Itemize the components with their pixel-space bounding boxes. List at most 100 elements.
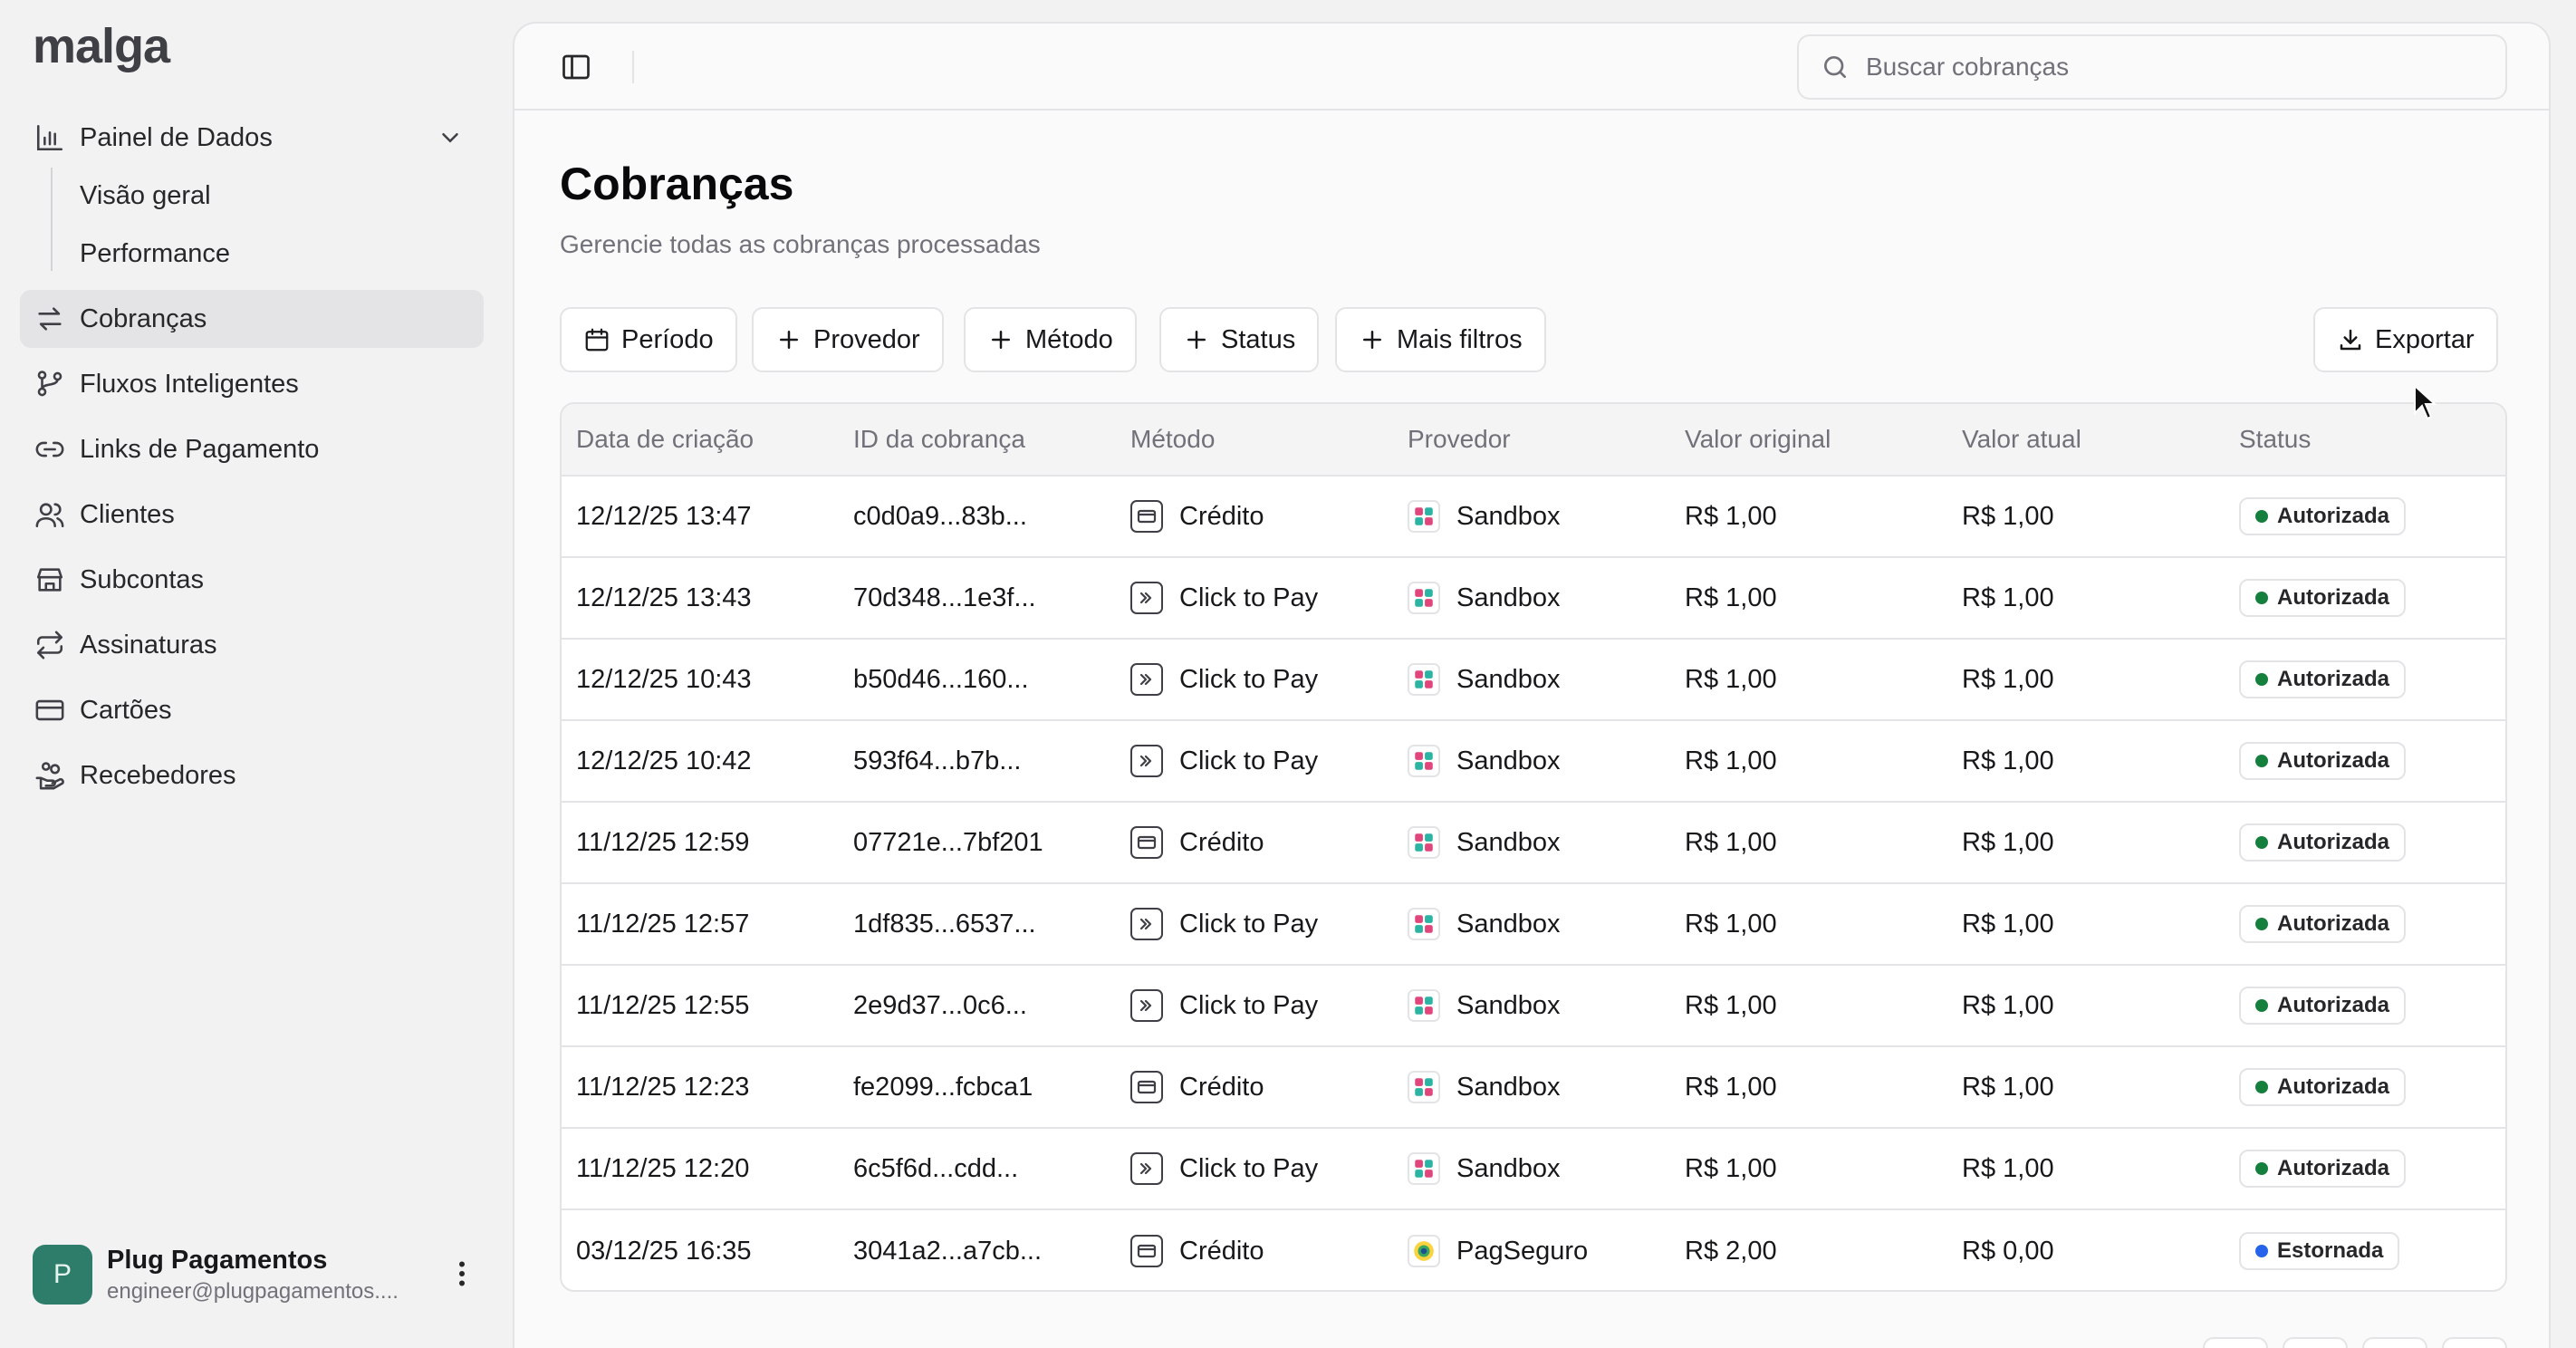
user-account-card[interactable]: P Plug Pagamentos engineer@plugpagamento…	[33, 1243, 485, 1306]
first-page-button[interactable]: «	[2203, 1337, 2268, 1348]
next-page-button[interactable]: ›	[2362, 1337, 2427, 1348]
cell-original-value: R$ 1,00	[1685, 746, 1777, 775]
click-to-pay-icon	[1130, 582, 1163, 614]
table-row[interactable]: 03/12/25 16:35 3041a2...a7cb... Crédito Pag…	[562, 1210, 2505, 1290]
cell-provider: Sandbox	[1408, 663, 1561, 696]
column-header[interactable]: Valor atual	[1962, 425, 2081, 454]
cell-date: 11/12/25 12:57	[576, 909, 750, 939]
cell-date: 11/12/25 12:59	[576, 827, 750, 857]
sidebar-subitem-overview[interactable]: Visão geral	[80, 181, 211, 211]
sidebar-item-receivers[interactable]: Recebedores	[20, 746, 484, 804]
credit-card-icon	[1130, 1235, 1163, 1267]
table-row[interactable]: 11/12/25 12:57 1df835...6537... Click to P…	[562, 884, 2505, 966]
cell-charge-id[interactable]: 6c5f6d...cdd...	[853, 1154, 1018, 1184]
column-header[interactable]: Data de criação	[576, 425, 754, 454]
credit-card-icon	[1130, 500, 1163, 533]
cell-date: 12/12/25 13:47	[576, 501, 752, 531]
provider-filter-button[interactable]: Provedor	[752, 307, 944, 372]
sidebar-item-payment-links[interactable]: Links de Pagamento	[20, 420, 484, 478]
provider-label: Sandbox	[1456, 1072, 1561, 1102]
hand-coins-icon	[35, 762, 64, 790]
avatar: P	[33, 1245, 92, 1305]
cell-current-value: R$ 1,00	[1962, 909, 2054, 939]
brand-logo[interactable]: malga	[33, 18, 170, 74]
sidebar-item-subaccounts[interactable]: Subcontas	[20, 551, 484, 609]
table-row[interactable]: 11/12/25 12:23 fe2099...fcbca1 Crédito Sand…	[562, 1047, 2505, 1129]
sidebar-item-label: Links de Pagamento	[80, 434, 320, 464]
cell-method: Crédito	[1130, 1235, 1264, 1267]
method-label: Crédito	[1179, 1236, 1264, 1266]
table-row[interactable]: 11/12/25 12:20 6c5f6d...cdd... Click to Pa…	[562, 1129, 2505, 1210]
sidebar-toggle-icon[interactable]	[560, 51, 592, 83]
period-filter-button[interactable]: Período	[560, 307, 737, 372]
sidebar-item-cards[interactable]: Cartões	[20, 681, 484, 739]
main-panel: Cobranças Gerencie todas as cobranças pr…	[513, 22, 2551, 1348]
previous-page-button[interactable]: ‹	[2283, 1337, 2348, 1348]
column-header[interactable]: Valor original	[1685, 425, 1831, 454]
chevron-down-icon[interactable]	[437, 124, 464, 151]
download-icon	[2340, 329, 2361, 351]
column-header[interactable]: Status	[2239, 425, 2311, 454]
status-label: Autorizada	[2277, 911, 2390, 936]
method-label: Crédito	[1179, 1072, 1264, 1102]
cell-charge-id[interactable]: b50d46...160...	[853, 665, 1029, 695]
status-label: Autorizada	[2277, 993, 2390, 1017]
provider-label: Sandbox	[1456, 583, 1561, 612]
table-row[interactable]: 12/12/25 13:47 c0d0a9...83b... Crédito Sand…	[562, 477, 2505, 558]
column-header[interactable]: Método	[1130, 425, 1215, 454]
sidebar-item-subscriptions[interactable]: Assinaturas	[20, 616, 484, 674]
sandbox-logo-icon	[1408, 582, 1440, 614]
method-filter-button[interactable]: Método	[964, 307, 1137, 372]
cell-method: Click to Pay	[1130, 1152, 1318, 1185]
arrows-swap-icon	[38, 307, 62, 331]
export-button[interactable]: Exportar	[2313, 307, 2498, 372]
cell-charge-id[interactable]: 1df835...6537...	[853, 910, 1036, 939]
sidebar-subitem-performance[interactable]: Performance	[80, 239, 230, 269]
table-body: 12/12/25 13:47 c0d0a9...83b... Crédito Sand…	[562, 477, 2505, 1290]
method-label: Crédito	[1179, 501, 1264, 531]
status-label: Estornada	[2277, 1238, 2384, 1263]
table-row[interactable]: 11/12/25 12:59 07721e...7bf201 Crédito Sand…	[562, 803, 2505, 884]
cell-original-value: R$ 1,00	[1685, 990, 1777, 1020]
cell-charge-id[interactable]: c0d0a9...83b...	[853, 502, 1027, 532]
sidebar: malga Painel de Dados Visão geral Perfor…	[0, 0, 505, 1348]
search-box[interactable]	[1797, 34, 2507, 100]
sidebar-item-smart-flows[interactable]: Fluxos Inteligentes	[20, 355, 484, 413]
column-header[interactable]: ID da cobrança	[853, 425, 1025, 454]
more-vertical-icon[interactable]	[446, 1257, 478, 1290]
cell-status: Autorizada	[2239, 905, 2407, 943]
table-row[interactable]: 11/12/25 12:55 2e9d37...0c6... Click to Pa…	[562, 966, 2505, 1047]
status-filter-button[interactable]: Status	[1159, 307, 1320, 372]
more-filters-button[interactable]: Mais filtros	[1335, 307, 1546, 372]
cell-provider: Sandbox	[1408, 582, 1561, 614]
sidebar-item-customers[interactable]: Clientes	[20, 486, 484, 544]
status-badge: Autorizada	[2239, 987, 2407, 1025]
plus-icon	[1187, 331, 1206, 349]
table-row[interactable]: 12/12/25 10:42 593f64...b7b... Click to Pa…	[562, 721, 2505, 803]
cell-status: Autorizada	[2239, 742, 2407, 780]
sidebar-item-charges[interactable]: Cobranças	[20, 290, 484, 348]
sidebar-item-label: Recebedores	[80, 760, 236, 790]
filter-label: Status	[1221, 324, 1296, 354]
cell-charge-id[interactable]: 593f64...b7b...	[853, 746, 1021, 776]
cell-charge-id[interactable]: 2e9d37...0c6...	[853, 991, 1027, 1021]
sidebar-item-dashboard[interactable]: Painel de Dados	[20, 109, 484, 167]
cell-charge-id[interactable]: 70d348...1e3f...	[853, 583, 1036, 613]
cell-charge-id[interactable]: 07721e...7bf201	[853, 828, 1043, 858]
table-row[interactable]: 12/12/25 10:43 b50d46...160... Click to Pa…	[562, 640, 2505, 721]
cell-method: Crédito	[1130, 1071, 1264, 1103]
status-label: Autorizada	[2277, 830, 2390, 854]
column-header[interactable]: Provedor	[1408, 425, 1511, 454]
cell-provider: Sandbox	[1408, 500, 1561, 533]
user-name: Plug Pagamentos	[107, 1245, 328, 1275]
cell-charge-id[interactable]: 3041a2...a7cb...	[853, 1237, 1042, 1266]
filter-label: Provedor	[813, 324, 920, 354]
search-input[interactable]	[1866, 53, 2482, 82]
cell-original-value: R$ 1,00	[1685, 909, 1777, 939]
table-header: Data de criação ID da cobrança Método Pr…	[562, 404, 2505, 477]
credit-card-icon	[1130, 826, 1163, 859]
provider-label: Sandbox	[1456, 909, 1561, 939]
cell-charge-id[interactable]: fe2099...fcbca1	[853, 1073, 1033, 1102]
table-row[interactable]: 12/12/25 13:43 70d348...1e3f... Click to P…	[562, 558, 2505, 640]
last-page-button[interactable]: »	[2442, 1337, 2507, 1348]
